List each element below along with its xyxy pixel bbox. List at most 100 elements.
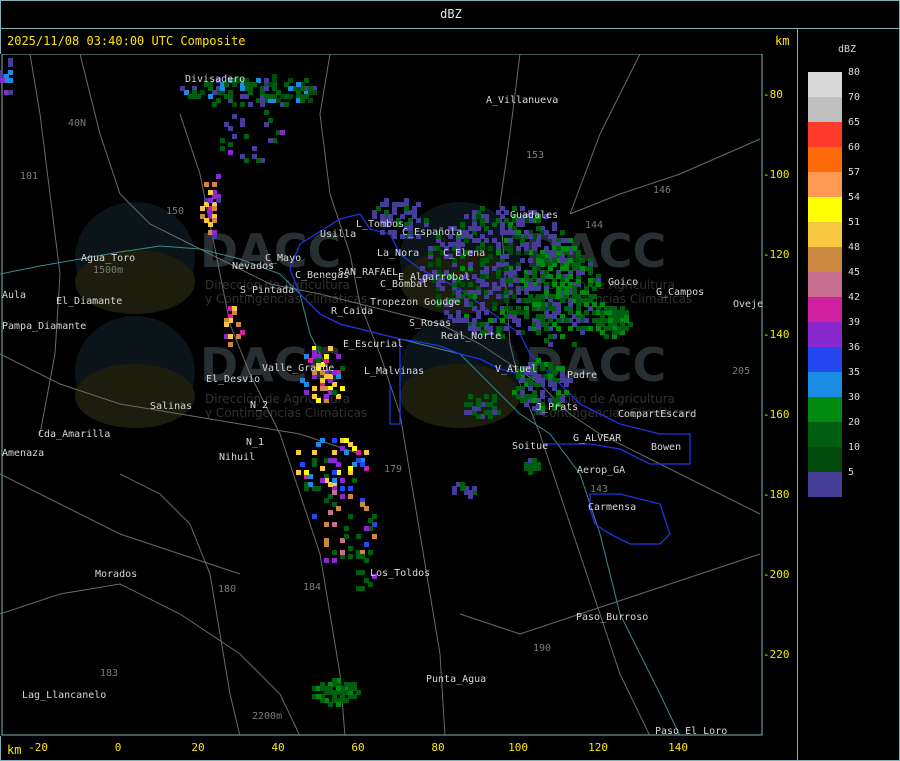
echo-cell — [348, 514, 353, 519]
echo-cell — [540, 394, 545, 399]
legend-swatch — [808, 122, 842, 147]
echo-cell — [340, 386, 345, 391]
place-label: Morados — [95, 569, 137, 580]
echo-cell — [416, 202, 421, 207]
echo-cell — [572, 246, 577, 251]
echo-cell — [324, 498, 329, 503]
svg-text:180: 180 — [218, 584, 236, 595]
echo-cell — [332, 558, 337, 563]
echo-cell — [372, 514, 377, 519]
echo-cell — [284, 94, 289, 99]
y-tick-label: -120 — [763, 248, 790, 261]
place-label: L_Malvinas — [364, 366, 424, 377]
echo-cell — [496, 250, 501, 255]
svg-text:205: 205 — [732, 366, 750, 377]
echo-cell — [496, 242, 501, 247]
echo-cell — [264, 86, 269, 91]
legend-level-label: 80 — [848, 67, 861, 78]
watermark-line: Dirección de Agricultura — [530, 278, 675, 292]
echo-cell — [484, 266, 489, 271]
echo-cell — [336, 702, 341, 707]
radar-map[interactable]: DACC DACC DACC DACC Dirección de Agricul… — [0, 54, 763, 736]
echo-cell — [240, 102, 245, 107]
echo-cell — [468, 490, 473, 495]
echo-cell — [536, 226, 541, 231]
echo-cell — [468, 394, 473, 399]
echo-cell — [548, 294, 553, 299]
echo-cell — [476, 278, 481, 283]
legend-swatch — [808, 72, 842, 97]
echo-cell — [460, 266, 465, 271]
echo-cell — [324, 522, 329, 527]
place-label: Punta_Agua — [426, 674, 486, 685]
echo-cell — [328, 458, 333, 463]
echo-cell — [608, 318, 613, 323]
echo-cell — [264, 122, 269, 127]
echo-cell — [424, 218, 429, 223]
echo-cell — [536, 302, 541, 307]
echo-cell — [436, 262, 441, 267]
echo-cell — [332, 450, 337, 455]
echo-cell — [536, 322, 541, 327]
echo-cell — [504, 298, 509, 303]
svg-text:2200m: 2200m — [252, 711, 282, 722]
echo-cell — [232, 114, 237, 119]
echo-cell — [336, 462, 341, 467]
echo-cell — [548, 266, 553, 271]
place-label: Valle_Grande — [262, 363, 334, 374]
svg-text:1500m: 1500m — [93, 265, 123, 276]
echo-cell — [524, 394, 529, 399]
echo-cell — [296, 450, 301, 455]
echo-cell — [180, 86, 185, 91]
echo-cell — [308, 98, 313, 103]
echo-cell — [352, 478, 357, 483]
echo-cell — [532, 270, 537, 275]
echo-cell — [464, 230, 469, 235]
echo-cell — [316, 442, 321, 447]
echo-cell — [320, 386, 325, 391]
echo-cell — [508, 278, 513, 283]
echo-cell — [340, 494, 345, 499]
place-label: Usilla — [320, 229, 356, 240]
echo-cell — [332, 522, 337, 527]
echo-cell — [544, 338, 549, 343]
place-label: N_2 — [250, 400, 268, 411]
echo-cell — [360, 502, 365, 507]
legend-level-label: 42 — [848, 292, 861, 303]
echo-cell — [572, 342, 577, 347]
legend-swatch — [808, 472, 842, 497]
echo-cell — [504, 246, 509, 251]
echo-cell — [240, 118, 245, 123]
place-label: Cda_Amarilla — [38, 429, 110, 440]
echo-cell — [472, 238, 477, 243]
legend-swatch — [808, 422, 842, 447]
echo-cell — [296, 470, 301, 475]
echo-cell — [240, 330, 245, 335]
place-label: Aula — [2, 290, 26, 301]
echo-cell — [332, 678, 337, 683]
echo-cell — [560, 258, 565, 263]
echo-cell — [464, 402, 469, 407]
echo-cell — [540, 274, 545, 279]
echo-cell — [380, 230, 385, 235]
echo-cell — [204, 218, 209, 223]
echo-cell — [596, 282, 601, 287]
svg-text:184: 184 — [303, 582, 321, 593]
echo-cell — [332, 390, 337, 395]
place-label: G_ALVEAR — [573, 433, 622, 444]
place-label: La_Nora — [377, 248, 419, 259]
place-label: Divisadero — [185, 74, 245, 85]
legend-swatch — [808, 97, 842, 122]
place-label: Ovejer — [733, 299, 763, 310]
echo-cell — [304, 382, 309, 387]
x-tick-label: 20 — [191, 741, 205, 754]
place-label: G_Campos — [656, 287, 704, 298]
echo-cell — [500, 310, 505, 315]
echo-cell — [304, 470, 309, 475]
echo-cell — [328, 346, 333, 351]
place-label: S_Rosas — [409, 318, 451, 329]
echo-cell — [560, 366, 565, 371]
echo-cell — [464, 238, 469, 243]
echo-cell — [220, 146, 225, 151]
echo-cell — [208, 86, 213, 91]
